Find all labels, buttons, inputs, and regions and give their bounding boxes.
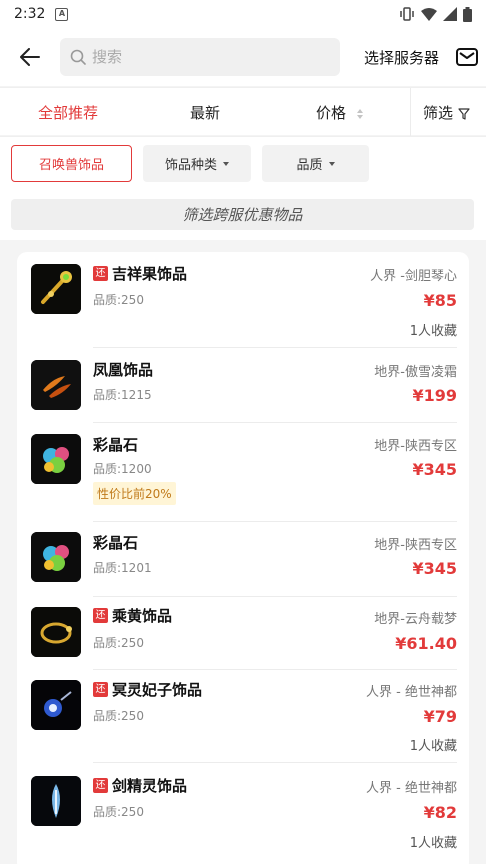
item-quality: 品质:250 bbox=[93, 709, 144, 723]
notification-icon: A bbox=[55, 7, 69, 21]
sword-spirit-icon bbox=[31, 776, 81, 826]
status-bar: 2:32 A bbox=[0, 0, 486, 28]
spirit-orb-icon bbox=[31, 680, 81, 730]
item-name: 彩晶石 bbox=[93, 436, 139, 454]
filter-label: 筛选 bbox=[423, 104, 454, 122]
item-name: 冥灵妃子饰品 bbox=[112, 681, 203, 699]
item-price: ¥345 bbox=[412, 460, 457, 479]
item-favorites: 1人收藏 bbox=[409, 739, 457, 754]
crystal-stone-icon bbox=[31, 434, 81, 484]
search-icon bbox=[70, 49, 86, 65]
item-quality: 品质:1201 bbox=[93, 561, 152, 575]
search-box[interactable] bbox=[60, 38, 340, 76]
item-quality: 品质:250 bbox=[93, 636, 144, 650]
top-bar: 选择服务器 bbox=[0, 28, 486, 86]
item-server: 人界 - 绝世神都 bbox=[366, 781, 457, 796]
list-item[interactable]: 还 乘黄饰品 品质:250 地界-云舟载梦 ¥61.40 bbox=[17, 597, 469, 670]
item-price: ¥61.40 bbox=[395, 634, 457, 653]
value-rank-badge: 性价比前20% bbox=[93, 482, 176, 505]
chip-quality-label: 品质 bbox=[296, 158, 323, 173]
phoenix-feather-icon bbox=[31, 360, 81, 410]
gold-scepter-icon bbox=[31, 264, 81, 314]
list-item[interactable]: 还 剑精灵饰品 品质:250 人界 - 绝世神都 ¥82 1人收藏 bbox=[17, 763, 469, 863]
funnel-icon bbox=[458, 107, 470, 120]
item-title: 彩晶石 bbox=[93, 434, 138, 455]
gold-ring-icon bbox=[31, 607, 81, 657]
chip-type-label: 饰品种类 bbox=[164, 158, 217, 173]
item-price: ¥345 bbox=[412, 559, 457, 578]
tab-all-recommended[interactable]: 全部推荐 bbox=[38, 102, 98, 123]
sort-bar: 全部推荐 最新 价格 筛选 bbox=[0, 87, 486, 136]
item-name: 剑精灵饰品 bbox=[112, 777, 188, 795]
select-server-button[interactable]: 选择服务器 bbox=[364, 47, 439, 68]
item-title: 还 吉祥果饰品 bbox=[93, 263, 187, 284]
tab-latest[interactable]: 最新 bbox=[190, 102, 220, 123]
item-title: 还 冥灵妃子饰品 bbox=[93, 679, 202, 700]
list-item[interactable]: 凤凰饰品 品质:1215 地界-傲雪凌霜 ¥199 bbox=[17, 348, 469, 423]
item-name: 吉祥果饰品 bbox=[112, 265, 188, 283]
item-name: 彩晶石 bbox=[93, 534, 139, 552]
status-icons bbox=[399, 6, 472, 22]
item-server: 人界 - 绝世神都 bbox=[366, 685, 457, 700]
item-quality: 品质:250 bbox=[93, 805, 144, 819]
item-server: 地界-云舟载梦 bbox=[374, 612, 457, 627]
back-button[interactable] bbox=[8, 35, 52, 79]
promo-section: 筛选跨服优惠物品 bbox=[0, 190, 486, 240]
chip-type-dropdown[interactable]: 饰品种类 bbox=[143, 145, 251, 182]
tab-price-label: 价格 bbox=[316, 104, 347, 122]
message-button[interactable] bbox=[455, 45, 479, 69]
filter-chips: 召唤兽饰品 饰品种类 品质 bbox=[0, 136, 486, 190]
item-favorites: 1人收藏 bbox=[409, 836, 457, 851]
item-price: ¥199 bbox=[412, 386, 457, 405]
return-tag: 还 bbox=[93, 608, 108, 623]
list-item[interactable]: 还 吉祥果饰品 品质:250 人界 -剑胆琴心 ¥85 1人收藏 bbox=[17, 252, 469, 348]
battery-icon bbox=[463, 6, 472, 22]
chip-quality-dropdown[interactable]: 品质 bbox=[262, 145, 369, 182]
item-name: 乘黄饰品 bbox=[112, 607, 173, 625]
list-item[interactable]: 彩晶石 品质:1201 地界-陕西专区 ¥345 bbox=[17, 522, 469, 597]
vibrate-icon bbox=[400, 7, 414, 21]
item-price: ¥79 bbox=[423, 707, 457, 726]
arrow-left-icon bbox=[20, 48, 40, 66]
crystal-stone-icon bbox=[31, 532, 81, 582]
item-server: 人界 -剑胆琴心 bbox=[370, 269, 457, 284]
tab-price[interactable]: 价格 bbox=[316, 102, 363, 123]
return-tag: 还 bbox=[93, 266, 108, 281]
item-name: 凤凰饰品 bbox=[93, 361, 154, 379]
chip-category[interactable]: 召唤兽饰品 bbox=[11, 145, 132, 182]
item-title: 还 剑精灵饰品 bbox=[93, 775, 187, 796]
sort-arrows-icon bbox=[356, 108, 363, 119]
item-title: 彩晶石 bbox=[93, 532, 138, 553]
item-server: 地界-傲雪凌霜 bbox=[374, 365, 457, 380]
item-quality: 品质:1215 bbox=[93, 388, 152, 402]
mail-icon bbox=[456, 48, 479, 66]
return-tag: 还 bbox=[93, 682, 108, 697]
item-price: ¥85 bbox=[423, 291, 457, 310]
item-title: 还 乘黄饰品 bbox=[93, 605, 172, 626]
filter-button[interactable]: 筛选 bbox=[423, 102, 470, 123]
item-server: 地界-陕西专区 bbox=[374, 538, 457, 553]
signal-icon bbox=[443, 7, 457, 21]
item-price: ¥82 bbox=[423, 803, 457, 822]
return-tag: 还 bbox=[93, 778, 108, 793]
chip-category-label: 召唤兽饰品 bbox=[38, 158, 104, 173]
caret-down-icon bbox=[223, 161, 229, 166]
status-time: 2:32 bbox=[14, 6, 46, 22]
item-list: 还 吉祥果饰品 品质:250 人界 -剑胆琴心 ¥85 1人收藏 凤凰饰品 品质… bbox=[17, 252, 469, 864]
item-title: 凤凰饰品 bbox=[93, 359, 153, 380]
divider bbox=[410, 88, 411, 136]
item-quality: 品质:250 bbox=[93, 293, 144, 307]
item-favorites: 1人收藏 bbox=[409, 324, 457, 339]
list-item[interactable]: 还 冥灵妃子饰品 品质:250 人界 - 绝世神都 ¥79 1人收藏 bbox=[17, 670, 469, 763]
list-item[interactable]: 彩晶石 品质:1200 性价比前20% 地界-陕西专区 ¥345 bbox=[17, 423, 469, 522]
cross-server-discount-button[interactable]: 筛选跨服优惠物品 bbox=[11, 199, 474, 230]
item-server: 地界-陕西专区 bbox=[374, 439, 457, 454]
item-quality: 品质:1200 bbox=[93, 462, 152, 476]
search-input[interactable] bbox=[92, 48, 312, 66]
wifi-icon bbox=[421, 8, 437, 21]
caret-down-icon bbox=[328, 161, 335, 166]
